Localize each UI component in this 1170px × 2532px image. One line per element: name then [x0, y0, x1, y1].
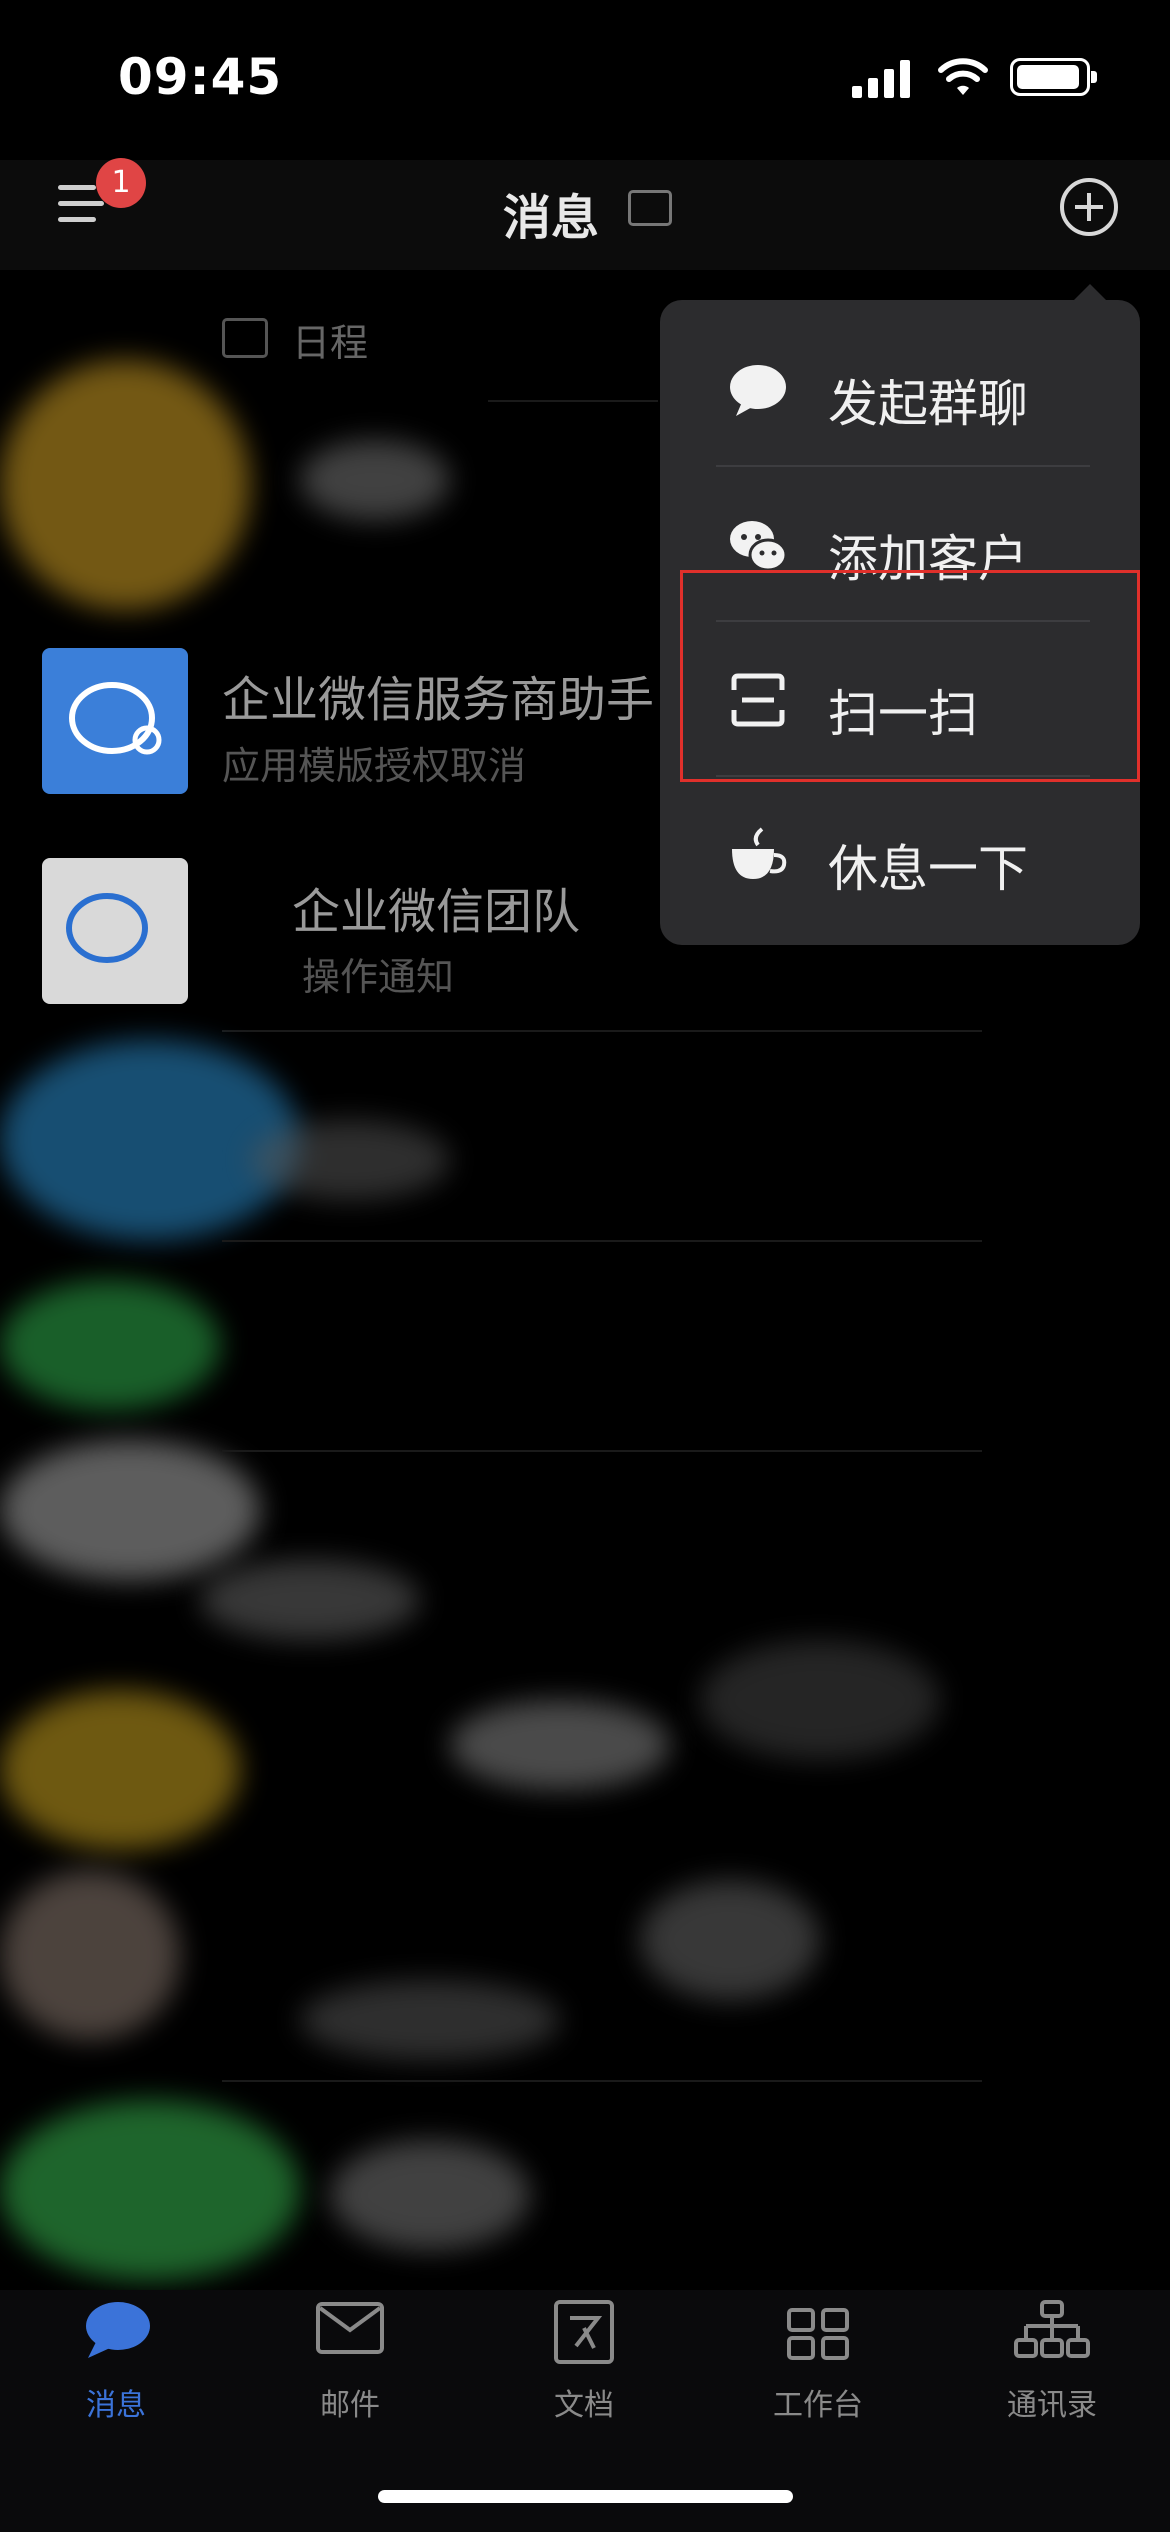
workbench-icon	[787, 2308, 849, 2360]
divider	[222, 1450, 982, 1452]
conversation-subtitle: 操作通知	[302, 955, 455, 999]
conversation-subtitle: 应用模版授权取消	[222, 744, 527, 788]
tab-label: 文档	[554, 2388, 614, 2423]
redaction-blur	[700, 1640, 940, 1760]
tab-workbench[interactable]: 工作台	[738, 2298, 898, 2428]
add-button[interactable]	[1060, 178, 1118, 236]
redaction-blur	[0, 1280, 220, 1410]
menu-item-label: 休息一下	[828, 840, 1028, 898]
redaction-blur	[0, 1440, 260, 1580]
divider	[222, 1030, 982, 1032]
coffee-cup-icon	[732, 827, 787, 879]
status-time: 09:45	[118, 48, 283, 106]
redaction-blur	[300, 1980, 560, 2060]
divider	[222, 1240, 982, 1242]
highlight-box	[680, 570, 1140, 782]
menu-item-start-group-chat[interactable]: 发起群聊	[660, 312, 1140, 467]
divider	[222, 2080, 982, 2082]
schedule-entry-label[interactable]: 日程	[292, 312, 368, 367]
redaction-blur	[200, 1560, 420, 1640]
chat-bubble-icon	[730, 365, 786, 416]
redaction-blur	[0, 1870, 180, 2040]
redaction-blur	[0, 1690, 240, 1850]
cellular-signal-icon	[852, 58, 912, 98]
tab-documents[interactable]: 文档	[504, 2298, 664, 2428]
redaction-blur	[640, 1880, 820, 2000]
calendar-icon[interactable]	[222, 318, 268, 358]
redaction-blur	[0, 2100, 300, 2280]
wifi-icon	[938, 58, 988, 95]
battery-icon	[1010, 58, 1097, 96]
chat-logo-icon	[69, 682, 162, 755]
redaction-blur	[450, 1700, 670, 1790]
tab-label: 工作台	[773, 2388, 863, 2423]
conversation-title[interactable]: 企业微信团队	[292, 872, 580, 942]
tab-mail[interactable]: 邮件	[270, 2298, 430, 2428]
redaction-blur	[330, 2140, 530, 2250]
page-title: 消息	[503, 190, 600, 246]
message-icon	[86, 2302, 150, 2358]
contacts-icon	[1014, 2300, 1090, 2358]
redaction-blur	[0, 1040, 300, 1240]
tab-label: 通讯录	[1007, 2388, 1097, 2423]
redaction-blur	[300, 440, 450, 520]
tab-label: 消息	[86, 2388, 146, 2423]
chat-logo-icon	[66, 893, 148, 963]
conversation-avatar[interactable]	[42, 648, 188, 794]
conversation-title[interactable]: 企业微信服务商助手	[222, 660, 654, 730]
redaction-blur	[250, 1120, 450, 1200]
menu-item-label: 发起群聊	[828, 375, 1028, 433]
wechat-icon	[730, 521, 788, 572]
divider	[488, 400, 658, 402]
tab-contacts[interactable]: 通讯录	[972, 2298, 1132, 2428]
tab-label: 邮件	[320, 2388, 380, 2423]
menu-item-take-a-break[interactable]: 休息一下	[660, 777, 1140, 932]
home-indicator[interactable]	[378, 2490, 793, 2503]
redaction-blur	[0, 360, 250, 610]
document-icon	[554, 2300, 614, 2364]
mail-icon	[316, 2302, 384, 2354]
tab-messages[interactable]: 消息	[36, 2298, 196, 2428]
conversation-avatar[interactable]	[42, 858, 188, 1004]
unread-badge: 1	[96, 158, 146, 208]
inbox-download-icon[interactable]	[628, 190, 672, 226]
